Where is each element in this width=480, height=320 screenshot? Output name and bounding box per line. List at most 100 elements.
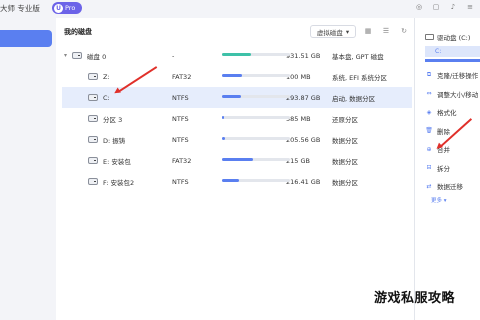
selected-partition-field: C: — [425, 46, 480, 57]
drive-icon — [88, 129, 98, 150]
drive-icon-shape — [88, 94, 98, 101]
usage-bar-fill — [222, 53, 251, 56]
usage-bar — [222, 74, 290, 77]
operation-clone[interactable]: ⧉ 克隆/迁移操作 — [425, 68, 478, 82]
operation-label: 数据迁移 — [437, 183, 463, 191]
filesystem: FAT32 — [172, 156, 192, 165]
operation-split[interactable]: ⊟ 拆分 — [425, 161, 450, 175]
usage-bar-fill — [222, 179, 239, 182]
drive-icon — [88, 150, 98, 171]
expand-icon[interactable]: ▾ — [64, 45, 72, 66]
operation-label: 拆分 — [437, 164, 450, 173]
drive-icon — [425, 34, 434, 40]
operation-label: 格式化 — [437, 109, 457, 117]
usage-bar-fill — [222, 116, 225, 119]
grid-view-icon[interactable]: ▦ — [364, 26, 372, 36]
drive-icon — [72, 45, 82, 66]
operation-migrate[interactable]: ⇄ 数据迁移 — [425, 179, 463, 193]
partition-description: 还原分区 — [332, 115, 358, 124]
list-view-icon[interactable]: ☰ — [382, 26, 390, 36]
headset-icon[interactable]: ◎ — [415, 3, 423, 11]
selected-disk: 驱动盘 (C:) — [425, 32, 470, 42]
pro-badge-letter: U — [54, 3, 63, 13]
drive-icon — [88, 66, 98, 87]
refresh-icon[interactable]: ↻ — [400, 26, 408, 36]
operation-label: 删除 — [437, 127, 450, 136]
merge-icon: ⊕ — [426, 145, 432, 153]
operation-resize[interactable]: ⇔ 调整大小/移动 — [425, 87, 478, 101]
menu-icon[interactable]: ≡ — [466, 3, 474, 11]
partition-name: C: — [103, 93, 110, 102]
table-row[interactable]: 分区 3 NTFS 585 MB 还原分区 — [62, 108, 412, 129]
partition-name: 分区 3 — [103, 115, 123, 124]
drive-icon — [88, 108, 98, 129]
table-row[interactable]: ▾ 磁盘 0 - 931.51 GB 基本盘, GPT 磁盘 — [62, 45, 412, 66]
partition-name: E: 安装包 — [103, 157, 131, 166]
capacity: 931.51 GB — [286, 51, 321, 60]
operation-delete[interactable]: 🗑 删除 — [425, 124, 450, 138]
usage-bar — [222, 53, 290, 56]
partition-name: F: 安装包2 — [103, 178, 135, 187]
drive-icon-shape — [88, 136, 98, 143]
bell-icon[interactable]: ♪ — [449, 3, 457, 11]
drive-icon-shape — [88, 178, 98, 185]
drive-icon-shape — [72, 52, 82, 59]
filesystem: NTFS — [172, 93, 189, 102]
filesystem: NTFS — [172, 177, 189, 186]
filesystem: - — [172, 51, 175, 60]
partition-name: 磁盘 0 — [87, 52, 107, 61]
migrate-icon: ⇄ — [426, 182, 432, 190]
view-toolbar: ▦ ☰ ↻ — [364, 26, 408, 36]
usage-bar-fill — [222, 158, 253, 161]
selected-partition-text: C: — [435, 48, 442, 55]
drive-icon-shape — [88, 157, 98, 164]
usage-bar — [222, 137, 290, 140]
selected-disk-label: 驱动盘 (C:) — [437, 34, 471, 42]
pro-badge-label: Pro — [65, 4, 76, 12]
partition-description: 数据分区 — [332, 136, 358, 145]
usage-bar-fill — [222, 137, 226, 140]
chevron-down-icon: ▾ — [345, 27, 350, 36]
usage-bar — [222, 158, 290, 161]
virtual-disk-label: 虚拟磁盘 — [316, 28, 343, 37]
filesystem: NTFS — [172, 114, 189, 123]
capacity: 100 MB — [286, 72, 311, 81]
usage-bar-fill — [222, 74, 243, 77]
app-title: 大师 专业版 — [0, 4, 40, 13]
clone-icon: ⧉ — [426, 71, 432, 78]
partition-description: 数据分区 — [332, 157, 358, 166]
operation-label: 克隆/迁移操作 — [437, 72, 479, 80]
operation-format[interactable]: ◈ 格式化 — [425, 105, 457, 119]
sidebar-item-active[interactable] — [0, 30, 52, 47]
usage-bar — [222, 116, 290, 119]
title-bar: 大师 专业版 U Pro ◎ ▢ ♪ ≡ — [0, 0, 480, 18]
pro-badge[interactable]: U Pro — [52, 2, 82, 14]
right-panel: 驱动盘 (C:) C: ⧉ 克隆/迁移操作 ⇔ 调整大小/移动 ◈ 格式化 🗑 删除 ⊕ 合并 ⊟ 拆… — [414, 18, 480, 320]
partition-description: 系统, EFI 系统分区 — [332, 73, 387, 82]
table-row[interactable]: F: 安装包2 NTFS 216.41 GB 数据分区 — [62, 171, 412, 192]
filesystem: NTFS — [172, 135, 189, 144]
partition-description: 数据分区 — [332, 178, 358, 187]
partition-name: D: 振铸 — [103, 136, 126, 145]
left-sidebar — [0, 18, 56, 320]
table-row[interactable]: E: 安装包 FAT32 215 GB 数据分区 — [62, 150, 412, 171]
partition-description: 启动, 数据分区 — [332, 94, 376, 103]
delete-icon: 🗑 — [425, 127, 433, 134]
filesystem: FAT32 — [172, 72, 192, 81]
capacity: 585 MB — [286, 114, 311, 123]
usage-bar-fill — [222, 95, 242, 98]
drive-icon — [88, 171, 98, 192]
page-title: 我的磁盘 — [64, 28, 92, 36]
table-row[interactable]: Z: FAT32 100 MB 系统, EFI 系统分区 — [62, 66, 412, 87]
partition-name: Z: — [103, 72, 110, 81]
watermark: 游戏私服攻略 — [374, 291, 456, 306]
virtual-disk-button[interactable]: 虚拟磁盘 ▾ — [310, 25, 356, 38]
drive-icon-shape — [88, 115, 98, 122]
copy-icon[interactable]: ▢ — [432, 3, 440, 11]
capacity: 293.87 GB — [286, 93, 321, 102]
table-row[interactable]: D: 振铸 NTFS 205.56 GB 数据分区 — [62, 129, 412, 150]
more-button[interactable]: 更多 ▾ — [431, 196, 447, 204]
capacity: 216.41 GB — [286, 177, 321, 186]
resize-icon: ⇔ — [426, 90, 432, 97]
capacity: 205.56 GB — [286, 135, 321, 144]
